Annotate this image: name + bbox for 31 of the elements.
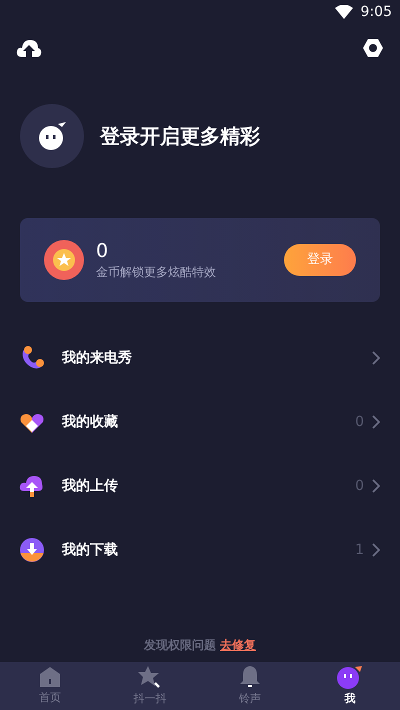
- home-icon: [38, 666, 62, 688]
- menu-item[interactable]: 我的来电秀: [0, 326, 400, 390]
- menu-item[interactable]: 我的收藏 0: [0, 390, 400, 454]
- coin-caption: 金币解锁更多炫酷特效: [96, 264, 217, 281]
- wifi-icon: [334, 5, 353, 19]
- bell-icon: [239, 664, 261, 689]
- mascot-icon: [337, 664, 363, 689]
- fix-link[interactable]: 去修复: [220, 636, 256, 654]
- settings-icon[interactable]: [362, 38, 384, 58]
- menu-item[interactable]: 我的下载 1: [0, 518, 400, 582]
- menu-count: 1: [355, 540, 364, 560]
- menu-label: 我的上传: [62, 476, 119, 496]
- menu-count: 0: [355, 476, 364, 496]
- permission-notice: 发现权限问题: [144, 637, 216, 654]
- chevron-icon: [372, 351, 380, 365]
- menu-label: 我的下载: [62, 540, 119, 560]
- star-icon: [138, 664, 162, 689]
- chevron-icon: [372, 479, 380, 493]
- chevron-icon: [372, 415, 380, 429]
- nav-tab[interactable]: 我: [300, 662, 400, 710]
- status-time: 9:05: [360, 2, 392, 22]
- cloud-upload-icon[interactable]: [16, 38, 42, 58]
- coin-amount: 0: [96, 239, 110, 263]
- coin-icon: [44, 240, 84, 280]
- chevron-icon: [372, 543, 380, 557]
- menu-label: 我的来电秀: [62, 348, 133, 368]
- menu-item[interactable]: 我的上传 0: [0, 454, 400, 518]
- menu-label: 我的收藏: [62, 412, 119, 432]
- mascot-icon: [37, 121, 67, 151]
- login-prompt[interactable]: 登录开启更多精彩: [100, 121, 260, 151]
- menu-count: 0: [355, 412, 364, 432]
